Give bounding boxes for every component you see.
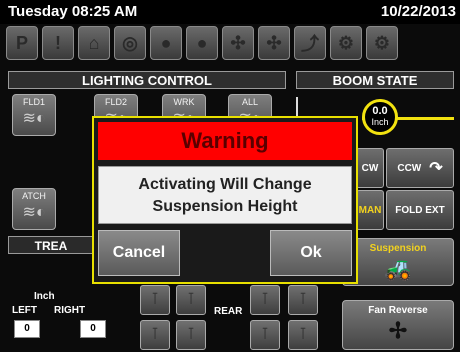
light-label: WRK (173, 97, 195, 107)
light-fld1-button[interactable]: FLD1 ≋◐ (12, 94, 56, 136)
toolbar: P ! ⌂ ◎ ● ● ✣ ✣ ⤴ ⚙ ⚙ (0, 24, 460, 64)
date: 10/22/2013 (380, 3, 456, 20)
clock-time: Tuesday 08:25 AM (8, 3, 138, 20)
light-label: ALL (241, 97, 258, 107)
nozzle-icon[interactable]: ⊺ (176, 320, 206, 350)
inch-label: Inch (34, 291, 55, 302)
boom-height-unit: Inch (371, 117, 389, 127)
cw-button[interactable]: CW (356, 148, 384, 188)
boom-height-gauge: 0.0 Inch (362, 99, 398, 135)
fan-reverse-button[interactable]: Fan Reverse ✢ (342, 300, 454, 350)
manual-mode-button[interactable]: MAN (356, 190, 384, 230)
nozzle-icon[interactable]: ⊺ (140, 285, 170, 315)
left-height-field[interactable]: 0 (14, 320, 40, 338)
ok-button[interactable]: Ok (270, 230, 352, 276)
left-label: LEFT (12, 305, 37, 316)
park-icon[interactable]: P (6, 26, 38, 60)
fan-icon[interactable]: ⚙ (330, 26, 362, 60)
nozzle-icon[interactable]: ⊺ (140, 320, 170, 350)
vehicle-icon: 🚜 (384, 256, 412, 281)
tank-icon[interactable]: ◎ (114, 26, 146, 60)
status-bar: Tuesday 08:25 AM 10/22/2013 (0, 0, 460, 24)
suspension-button[interactable]: Suspension 🚜 (342, 238, 454, 286)
settings-icon[interactable]: ⚙ (366, 26, 398, 60)
right-label: RIGHT (54, 305, 86, 316)
fan-reverse-label: Fan Reverse (368, 305, 428, 316)
dialog-title: Warning (98, 122, 352, 160)
warning-icon[interactable]: ! (42, 26, 74, 60)
cancel-button[interactable]: Cancel (98, 230, 180, 276)
lamp-icon: ≋◐ (22, 204, 46, 221)
rear-label: REAR (214, 306, 243, 317)
boom-height-value: 0.0 (372, 105, 388, 117)
dialog-message-line1: Activating Will Change (138, 176, 312, 193)
ccw-label: CCW (397, 162, 422, 174)
spray-icon[interactable]: ✣ (222, 26, 254, 60)
boom-icon[interactable]: ⌂ (78, 26, 110, 60)
boom-state-header: BOOM STATE (296, 71, 454, 89)
dialog-message: Activating Will Change Suspension Height (98, 166, 352, 224)
suspension-label: Suspension (369, 243, 427, 254)
dialog-message-line2: Suspension Height (152, 198, 298, 215)
nozzle-icon[interactable]: ⊺ (176, 285, 206, 315)
lamp-icon: ≋◐ (22, 110, 46, 127)
light-label: ATCH (22, 191, 46, 201)
joystick-icon[interactable]: ⤴ (294, 26, 326, 60)
suspension-control-screen: Tuesday 08:25 AM 10/22/2013 P ! ⌂ ◎ ● ● … (0, 0, 460, 352)
light-label: FLD2 (104, 97, 127, 107)
fold-ext-button[interactable]: FOLD EXT (386, 190, 454, 230)
boom-arm-icon: ↷ (429, 160, 443, 177)
pump2-icon[interactable]: ● (186, 26, 218, 60)
fan-icon: ✢ (388, 318, 408, 343)
nozzle-icon[interactable]: ⊺ (250, 285, 280, 315)
light-atch-button[interactable]: ATCH ≋◐ (12, 188, 56, 230)
ccw-button[interactable]: CCW ↷ (386, 148, 454, 188)
nozzle-icon[interactable]: ⊺ (288, 320, 318, 350)
nozzle-icon[interactable]: ⊺ (288, 285, 318, 315)
pump-icon[interactable]: ● (150, 26, 182, 60)
treatment-header: TREA (8, 236, 94, 254)
light-label: FLD1 (22, 97, 45, 107)
right-height-field[interactable]: 0 (80, 320, 106, 338)
warning-dialog: Warning Activating Will Change Suspensio… (92, 116, 358, 284)
spray2-icon[interactable]: ✣ (258, 26, 290, 60)
nozzle-icon[interactable]: ⊺ (250, 320, 280, 350)
lighting-control-header: LIGHTING CONTROL (8, 71, 286, 89)
